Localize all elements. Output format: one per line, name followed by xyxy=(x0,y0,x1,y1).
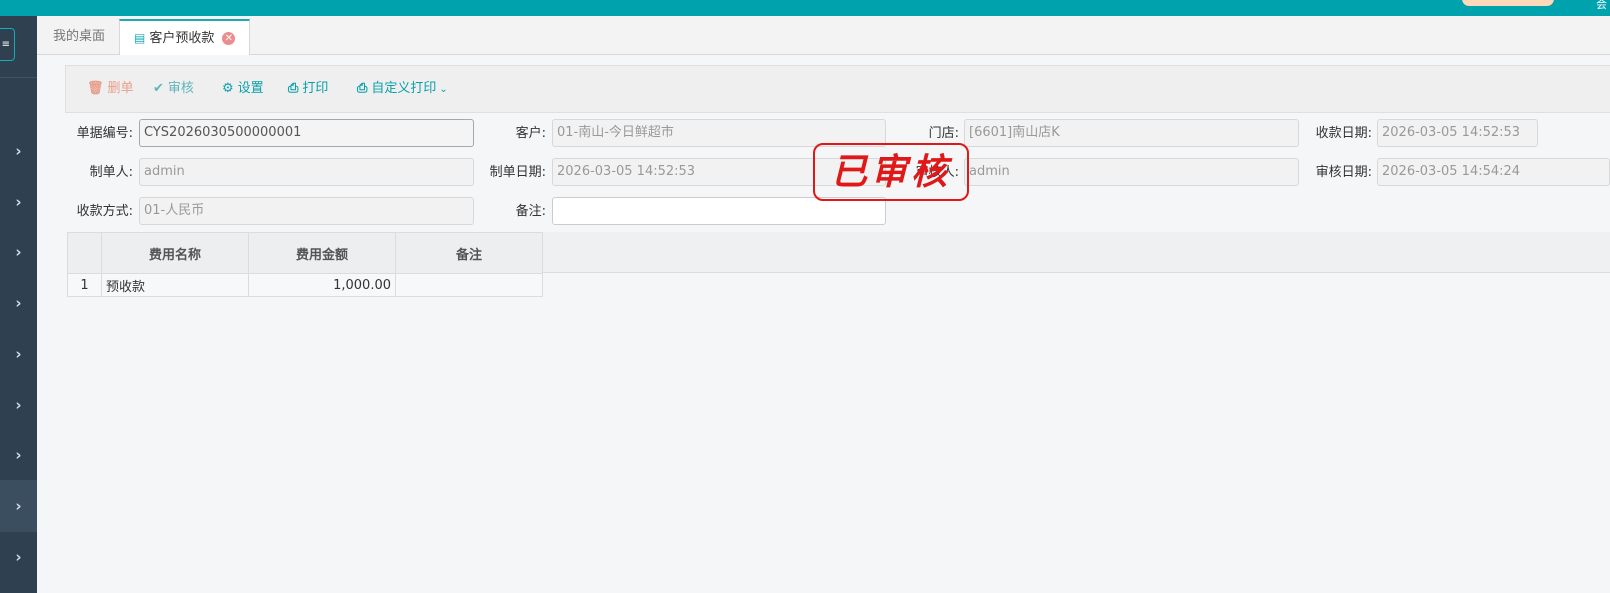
sidebar-divider xyxy=(0,77,37,78)
sidebar-item-7[interactable]: › xyxy=(0,429,37,481)
receipt-date-label: 收款日期: xyxy=(1315,126,1372,141)
custom-print-label: 自定义打印 xyxy=(371,81,437,96)
audit-label: 审核 xyxy=(167,81,194,96)
column-header-fee-amount[interactable]: 费用金额 xyxy=(248,232,396,274)
remark-input[interactable] xyxy=(552,197,886,225)
doc-no-field[interactable]: CYS2026030500000001 xyxy=(139,119,474,147)
sidebar-item-5[interactable]: › xyxy=(0,328,37,380)
toolbar: 🗑 删单 ✔ 审核 ⚙ 设置 ⎙ 打印 ⎙ 自定义打印 ⌄ xyxy=(65,65,1610,113)
tab-customer-prepayment[interactable]: ▤ 客户预收款 ✕ xyxy=(119,19,251,55)
row-number-header xyxy=(67,232,102,274)
delete-label: 删单 xyxy=(107,81,134,96)
check-icon: ✔ xyxy=(153,81,164,96)
audit-date-label: 审核日期: xyxy=(1315,165,1372,180)
payment-method-field[interactable]: 01-人民币 xyxy=(139,197,474,225)
customer-label: 客户: xyxy=(515,126,546,141)
remark-label: 备注: xyxy=(515,204,546,219)
payment-method-label: 收款方式: xyxy=(76,204,133,219)
delete-button[interactable]: 🗑 删单 xyxy=(87,66,134,112)
row-number-cell: 1 xyxy=(67,273,102,297)
receipt-date-field[interactable]: 2026-03-05 14:52:53 xyxy=(1377,119,1538,147)
printer-icon: ⎙ xyxy=(288,81,299,96)
settings-label: 设置 xyxy=(237,81,264,96)
main-content: 🗑 删单 ✔ 审核 ⚙ 设置 ⎙ 打印 ⎙ 自定义打印 ⌄ 单据编号: CYS2026030… xyxy=(37,55,1610,593)
sidebar-item-8[interactable]: › xyxy=(0,480,37,532)
sidebar-item-1[interactable]: › xyxy=(0,125,37,177)
tab-label: 客户预收款 xyxy=(149,31,215,46)
trash-icon: 🗑 xyxy=(87,81,104,96)
settings-button[interactable]: ⚙ 设置 xyxy=(222,66,264,112)
table-header-row: 费用名称 费用金额 备注 xyxy=(67,232,543,274)
gear-icon: ⚙ xyxy=(222,81,234,96)
audit-date-field[interactable]: 2026-03-05 14:54:24 xyxy=(1377,158,1610,186)
fee-name-cell[interactable]: 预收款 xyxy=(101,273,249,297)
chevron-down-icon: ⌄ xyxy=(439,84,448,95)
remark-cell[interactable] xyxy=(395,273,543,297)
table-row[interactable]: 1 预收款 1,000.00 xyxy=(67,273,543,297)
chevron-right-icon: › xyxy=(15,142,22,160)
sidebar-item-4[interactable]: › xyxy=(0,277,37,329)
chevron-right-icon: › xyxy=(15,497,22,515)
fee-table: 费用名称 费用金额 备注 1 预收款 1,000.00 xyxy=(67,232,543,297)
print-label: 打印 xyxy=(302,81,329,96)
sidebar: ≡ › › › › › › › › › xyxy=(0,16,37,593)
printer-icon: ⎙ xyxy=(357,81,368,96)
sidebar-item-2[interactable]: › xyxy=(0,176,37,228)
print-button[interactable]: ⎙ 打印 xyxy=(288,66,328,112)
create-date-label: 制单日期: xyxy=(489,165,546,180)
sidebar-item-9[interactable]: › xyxy=(0,531,37,583)
chevron-right-icon: › xyxy=(15,446,22,464)
document-icon: ▤ xyxy=(134,31,146,45)
chevron-right-icon: › xyxy=(15,193,22,211)
tab-bar: 我的桌面 ▤ 客户预收款 ✕ xyxy=(37,16,1610,55)
doc-no-label: 单据编号: xyxy=(76,126,133,141)
header-user-pill[interactable] xyxy=(1462,0,1554,6)
chevron-right-icon: › xyxy=(15,396,22,414)
creator-field[interactable]: admin xyxy=(139,158,474,186)
close-icon[interactable]: ✕ xyxy=(222,32,236,45)
column-header-fee-name[interactable]: 费用名称 xyxy=(101,232,249,274)
sidebar-item-6[interactable]: › xyxy=(0,379,37,431)
chevron-right-icon: › xyxy=(15,243,22,261)
menu-toggle-icon[interactable]: ≡ xyxy=(0,28,15,61)
tab-label: 我的桌面 xyxy=(53,29,106,44)
auditor-field[interactable]: admin xyxy=(964,158,1299,186)
tab-my-desktop[interactable]: 我的桌面 xyxy=(39,19,119,54)
header-corner-text: 会 xyxy=(1596,0,1607,11)
audited-stamp: 已审核 xyxy=(813,143,969,201)
fee-amount-cell[interactable]: 1,000.00 xyxy=(248,273,396,297)
chevron-right-icon: › xyxy=(15,548,22,566)
chevron-right-icon: › xyxy=(15,345,22,363)
chevron-right-icon: › xyxy=(15,294,22,312)
audit-button[interactable]: ✔ 审核 xyxy=(153,66,194,112)
column-header-remark[interactable]: 备注 xyxy=(395,232,543,274)
custom-print-button[interactable]: ⎙ 自定义打印 ⌄ xyxy=(357,66,448,112)
store-field[interactable]: [6601]南山店K xyxy=(964,119,1299,147)
top-header-bar: 会 xyxy=(0,0,1610,16)
sidebar-item-3[interactable]: › xyxy=(0,226,37,278)
creator-label: 制单人: xyxy=(89,165,133,180)
